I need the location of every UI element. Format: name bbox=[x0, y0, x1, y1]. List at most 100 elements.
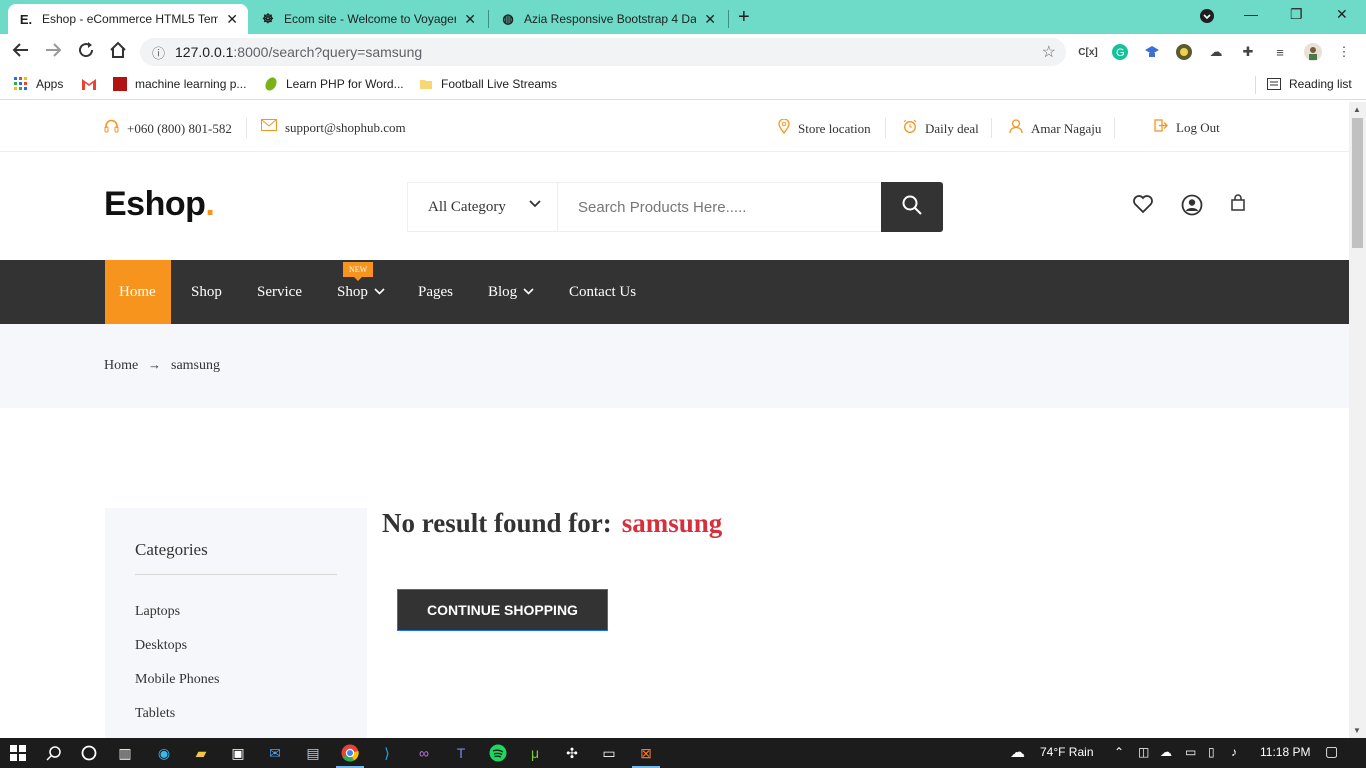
xampp-icon[interactable]: ⊠ bbox=[636, 743, 656, 763]
nav-blog[interactable]: Blog bbox=[474, 260, 548, 324]
user-account-link[interactable]: Amar Nagaju bbox=[1009, 119, 1101, 139]
cortana-icon[interactable] bbox=[79, 743, 99, 763]
nav-home[interactable]: Home bbox=[105, 260, 171, 324]
grammarly-icon[interactable]: G bbox=[1111, 43, 1129, 61]
contact-phone: +060 (800) 801-582 bbox=[104, 119, 232, 139]
utorrent-icon[interactable]: μ bbox=[525, 743, 545, 763]
cloud-link-icon[interactable]: ☁ bbox=[1207, 43, 1225, 61]
search-button[interactable] bbox=[881, 182, 943, 232]
contact-email[interactable]: support@shophub.com bbox=[261, 119, 406, 136]
windows-start-icon[interactable] bbox=[8, 743, 28, 763]
extensions-puzzle-icon[interactable]: ✚ bbox=[1239, 43, 1257, 61]
nav-pages[interactable]: Pages bbox=[404, 260, 467, 324]
gmail-icon bbox=[81, 77, 96, 91]
site-info-icon[interactable]: ⓘ bbox=[152, 43, 165, 62]
weather-cloud-icon[interactable]: ☁ bbox=[1010, 743, 1025, 761]
bookmark-divider bbox=[1255, 76, 1256, 94]
site-logo[interactable]: Eshop. bbox=[104, 185, 215, 224]
vscode-icon[interactable]: ⟩ bbox=[377, 743, 397, 763]
mail-icon[interactable]: ✉ bbox=[265, 743, 285, 763]
minimize-icon[interactable]: — bbox=[1244, 6, 1258, 22]
back-arrow-icon[interactable] bbox=[12, 41, 30, 64]
reading-list-button[interactable]: Reading list bbox=[1267, 77, 1352, 91]
close-icon[interactable]: ✕ bbox=[704, 11, 716, 28]
category-select[interactable]: All Category bbox=[408, 183, 558, 231]
chevron-up-icon[interactable]: ⌃ bbox=[1114, 745, 1124, 759]
divider bbox=[246, 118, 247, 138]
store-location-link[interactable]: Store location bbox=[778, 118, 871, 139]
home-icon[interactable] bbox=[109, 41, 127, 64]
bookmark-machine-learning[interactable]: machine learning p... bbox=[113, 77, 246, 91]
search-input[interactable] bbox=[558, 183, 881, 231]
network-icon[interactable]: ▯ bbox=[1208, 745, 1215, 759]
close-icon[interactable]: ✕ bbox=[464, 11, 476, 28]
spotify-icon[interactable] bbox=[488, 743, 508, 763]
chrome-icon[interactable] bbox=[340, 743, 360, 763]
media-queue-icon[interactable]: ≡ bbox=[1271, 43, 1289, 61]
shopping-bag-icon[interactable] bbox=[1230, 194, 1246, 218]
graduation-cap-icon[interactable] bbox=[1143, 43, 1161, 61]
sidebar-title: Categories bbox=[135, 540, 208, 559]
slack-icon[interactable]: ✣ bbox=[562, 743, 582, 763]
search-icon[interactable] bbox=[44, 743, 64, 763]
store-icon[interactable]: ▣ bbox=[228, 743, 248, 763]
window-close-icon[interactable]: ✕ bbox=[1336, 6, 1348, 23]
close-icon[interactable]: ✕ bbox=[226, 11, 238, 28]
breadcrumb-home[interactable]: Home bbox=[104, 358, 138, 374]
phone-number: +060 (800) 801-582 bbox=[127, 121, 232, 136]
account-circle-icon[interactable] bbox=[1181, 194, 1203, 222]
edge-icon[interactable]: ◉ bbox=[154, 743, 174, 763]
category-tablets[interactable]: Tablets bbox=[135, 706, 175, 722]
task-view-icon[interactable]: ▥ bbox=[115, 743, 135, 763]
tab-search-icon[interactable] bbox=[1199, 8, 1215, 27]
nav-label: Contact Us bbox=[569, 283, 637, 300]
bookmark-apps[interactable]: Apps bbox=[14, 77, 63, 91]
scroll-up-icon[interactable]: ▲ bbox=[1353, 105, 1361, 114]
visual-studio-icon[interactable]: ∞ bbox=[414, 743, 434, 763]
terminal-icon[interactable]: ▭ bbox=[599, 743, 619, 763]
bookmark-learn-php[interactable]: Learn PHP for Word... bbox=[264, 77, 404, 91]
new-tab-plus-icon[interactable]: + bbox=[738, 6, 750, 29]
nav-service[interactable]: Service bbox=[243, 260, 316, 324]
clock-time[interactable]: 11:18 PM bbox=[1260, 745, 1310, 759]
nav-shop[interactable]: Shop bbox=[177, 260, 236, 324]
battery-icon[interactable]: ▭ bbox=[1185, 745, 1196, 759]
profile-avatar-icon[interactable] bbox=[1304, 43, 1322, 61]
nav-label: Service bbox=[257, 283, 302, 300]
scroll-down-icon[interactable]: ▼ bbox=[1353, 726, 1361, 735]
scroll-thumb[interactable] bbox=[1352, 118, 1363, 248]
category-laptops[interactable]: Laptops bbox=[135, 604, 180, 620]
category-mobile-phones[interactable]: Mobile Phones bbox=[135, 672, 219, 688]
page-scrollbar[interactable]: ▲ ▼ bbox=[1349, 102, 1366, 738]
formula-extension-icon[interactable]: C[x] bbox=[1078, 43, 1097, 61]
file-explorer-icon[interactable]: ▰ bbox=[191, 743, 211, 763]
nav-contact[interactable]: Contact Us bbox=[555, 260, 650, 324]
heart-icon[interactable] bbox=[1132, 194, 1154, 220]
bookmark-star-icon[interactable]: ☆ bbox=[1042, 42, 1056, 62]
nav-label: Shop bbox=[191, 283, 222, 300]
restore-icon[interactable]: ❐ bbox=[1290, 6, 1303, 23]
notifications-icon[interactable]: ▢ bbox=[1325, 743, 1338, 760]
search-query: samsung bbox=[621, 508, 723, 538]
tab-voyager[interactable]: ☸ Ecom site - Welcome to Voyager ✕ bbox=[250, 4, 486, 34]
onedrive-icon[interactable]: ☁ bbox=[1160, 745, 1172, 759]
reload-icon[interactable] bbox=[77, 41, 95, 64]
tab-eshop[interactable]: E. Eshop - eCommerce HTML5 Tem ✕ bbox=[8, 4, 248, 34]
category-desktops[interactable]: Desktops bbox=[135, 638, 187, 654]
teams-icon[interactable]: T bbox=[451, 743, 471, 763]
logout-link[interactable]: Log Out bbox=[1154, 119, 1220, 137]
meet-now-icon[interactable]: ◫ bbox=[1138, 745, 1149, 759]
tab-azia[interactable]: ◍ Azia Responsive Bootstrap 4 Dash ✕ bbox=[490, 4, 726, 34]
bookmark-football[interactable]: Football Live Streams bbox=[419, 77, 557, 91]
notepad-icon[interactable]: ▤ bbox=[303, 743, 323, 763]
bookmark-gmail[interactable] bbox=[81, 77, 103, 91]
address-bar[interactable]: ⓘ 127.0.0.1:8000/search?query=samsung ☆ bbox=[140, 38, 1066, 66]
forward-arrow-icon[interactable] bbox=[44, 41, 62, 64]
weather-text[interactable]: 74°F Rain bbox=[1040, 745, 1094, 759]
more-menu-icon[interactable]: ⋮ bbox=[1335, 43, 1353, 61]
daily-deal-link[interactable]: Daily deal bbox=[903, 119, 979, 138]
volume-icon[interactable]: ♪ bbox=[1231, 745, 1237, 759]
shield-extension-icon[interactable] bbox=[1175, 43, 1193, 61]
continue-shopping-button[interactable]: CONTINUE SHOPPING bbox=[397, 589, 608, 631]
breadcrumb-current: samsung bbox=[171, 358, 220, 373]
